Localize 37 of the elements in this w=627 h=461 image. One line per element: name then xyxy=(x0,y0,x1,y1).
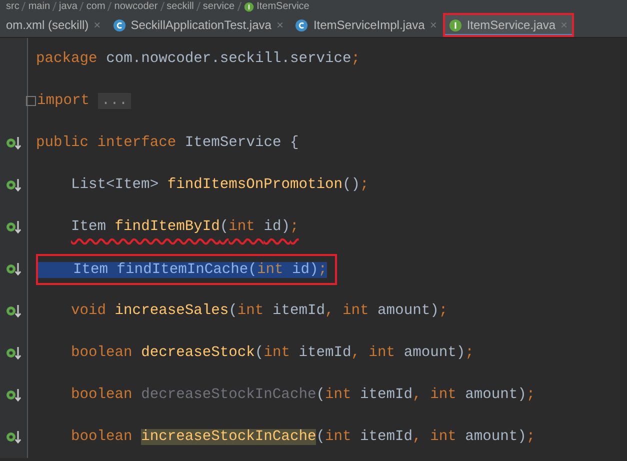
breadcrumb-item[interactable]: ItemService xyxy=(256,0,310,12)
file-tab[interactable]: ItemServiceImpl.java × xyxy=(289,13,443,37)
file-tab[interactable]: om.xml (seckill) × xyxy=(0,13,107,37)
circle-arrow-icon[interactable] xyxy=(6,304,22,318)
code-line: Item findItemById(int id); xyxy=(71,218,299,236)
circle-arrow-icon[interactable] xyxy=(6,220,22,234)
code-line: public interface ItemService { xyxy=(36,134,299,152)
class-icon xyxy=(295,18,308,32)
breadcrumb-item[interactable]: seckill xyxy=(166,0,194,12)
code-line: package com.nowcoder.seckill.service; xyxy=(36,50,360,68)
code-line: List<Item> findItemsOnPromotion(); xyxy=(71,176,369,194)
circle-arrow-icon[interactable] xyxy=(6,178,22,192)
code-line: boolean decreaseStock(int itemId, int amount); xyxy=(71,344,474,362)
file-tab[interactable]: ItemService.java × xyxy=(442,13,574,37)
code-line: import ... xyxy=(37,92,131,110)
code-line: boolean decreaseStockInCache(int itemId, int amount); xyxy=(71,386,536,404)
interface-icon xyxy=(244,2,254,12)
close-icon[interactable]: × xyxy=(94,18,101,32)
interface-icon xyxy=(448,18,462,32)
breadcrumb-item[interactable]: main xyxy=(28,0,50,12)
breadcrumb-item[interactable]: src xyxy=(6,0,20,12)
circle-arrow-icon[interactable] xyxy=(6,388,22,402)
circle-arrow-icon[interactable] xyxy=(6,262,22,276)
code-line: void increaseSales(int itemId, int amount); xyxy=(71,302,448,320)
class-icon xyxy=(112,18,126,32)
circle-arrow-icon[interactable] xyxy=(6,136,22,150)
close-icon[interactable]: × xyxy=(430,18,437,32)
circle-arrow-icon[interactable] xyxy=(6,346,22,360)
circle-arrow-icon[interactable] xyxy=(6,430,22,444)
breadcrumb-item[interactable]: service xyxy=(202,0,235,12)
close-icon[interactable]: × xyxy=(276,18,284,32)
breadcrumb-item[interactable]: nowcoder xyxy=(114,0,158,12)
file-tab[interactable]: SeckillApplicationTest.java × xyxy=(106,13,290,37)
fold-icon[interactable] xyxy=(26,96,36,106)
breadcrumb-item[interactable]: java xyxy=(59,0,78,12)
code-line: boolean increaseStockInCache(int itemId, int amount); xyxy=(71,428,536,446)
breadcrumb-item[interactable]: com xyxy=(86,0,106,12)
